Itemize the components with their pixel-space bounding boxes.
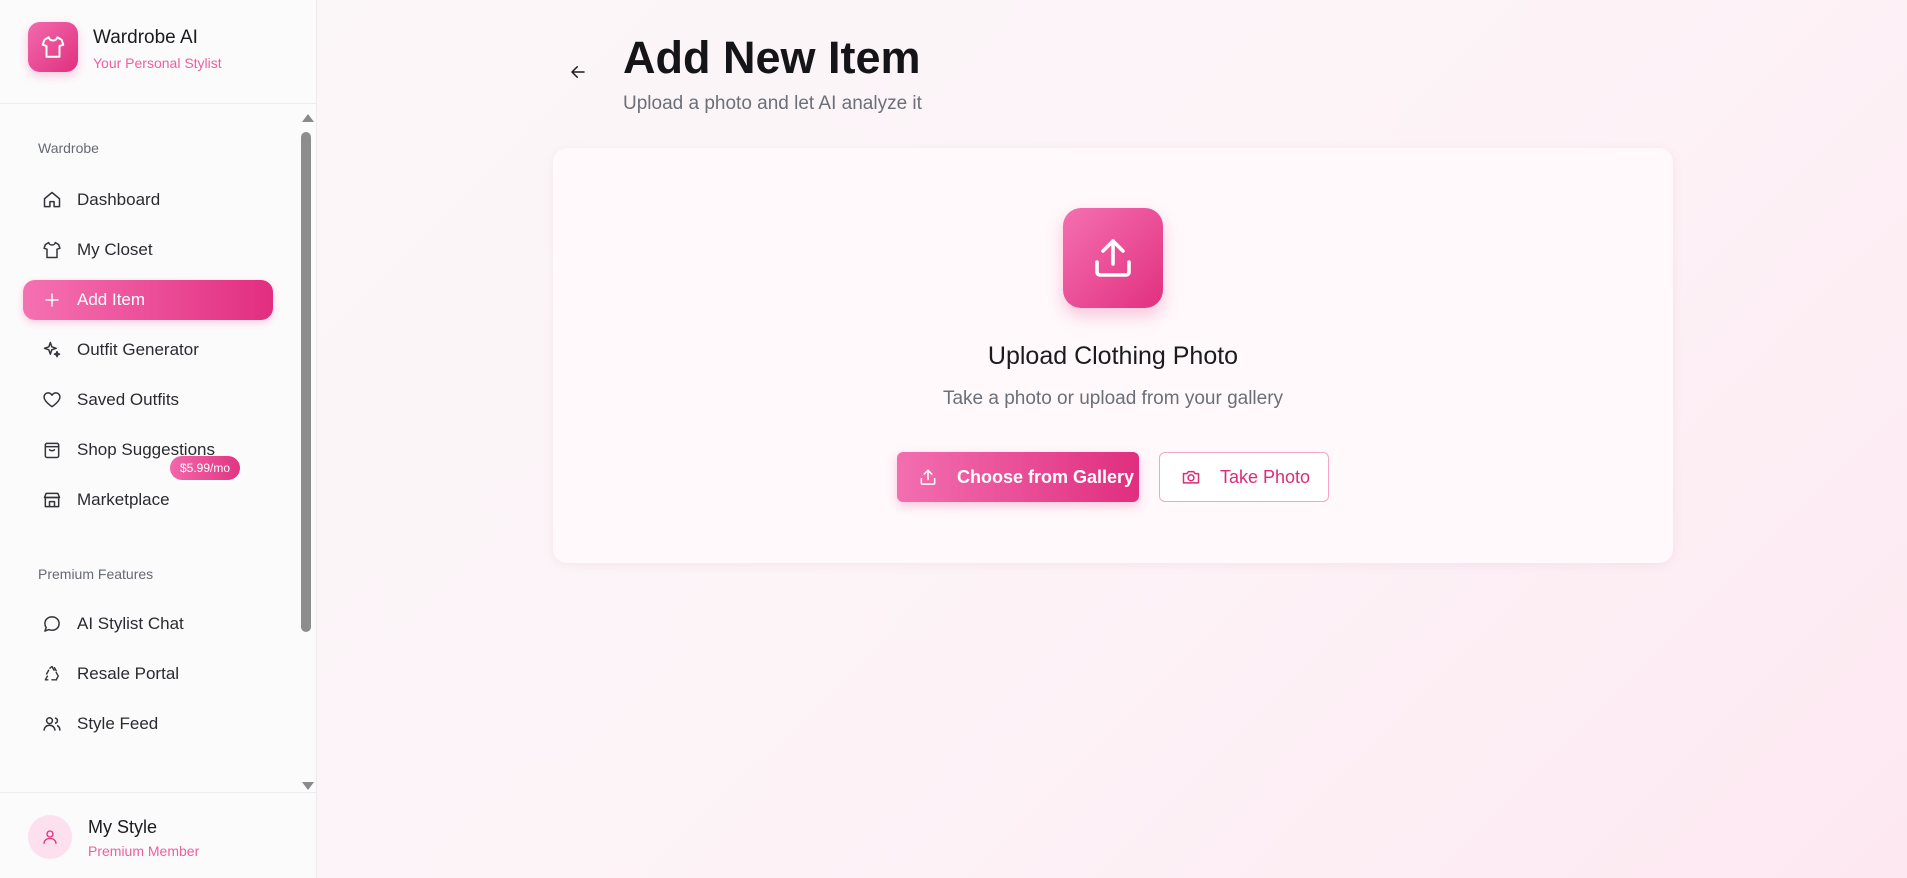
sidebar-item-label: Outfit Generator (77, 340, 199, 359)
recycle-icon (41, 663, 63, 685)
sidebar-item-saved-outfits[interactable]: Saved Outfits (23, 380, 273, 420)
scroll-up-arrow-icon[interactable] (302, 114, 314, 122)
scroll-thumb[interactable] (301, 132, 311, 632)
sparkles-icon (41, 339, 63, 361)
scroll-down-arrow-icon[interactable] (302, 782, 314, 790)
choose-from-gallery-label: Choose from Gallery (957, 466, 1135, 487)
sidebar-nav: Wardrobe Dashboard My Closet Add Item Ou… (0, 106, 298, 790)
upload-icon (1063, 208, 1163, 308)
take-photo-button[interactable]: Take Photo (1159, 452, 1329, 502)
profile-role: Premium Member (88, 843, 200, 859)
sidebar-item-label: AI Stylist Chat (77, 614, 184, 633)
sidebar-item-label: Resale Portal (77, 664, 180, 683)
sidebar-item-marketplace[interactable]: Marketplace (23, 480, 273, 520)
section-label-premium: Premium Features (38, 566, 154, 582)
sidebar-item-resale-portal[interactable]: Resale Portal (23, 654, 273, 694)
premium-price-badge: $5.99/mo (170, 456, 241, 480)
profile-name: My Style (88, 817, 158, 837)
store-icon (41, 489, 63, 511)
back-button[interactable] (566, 62, 590, 86)
shirt-icon (28, 22, 78, 72)
sidebar-item-ai-stylist-chat[interactable]: AI Stylist Chat (23, 604, 273, 644)
sidebar-item-label: Dashboard (77, 190, 161, 209)
brand-title: Wardrobe AI (93, 27, 198, 48)
sidebar-scrollbar[interactable] (298, 110, 316, 790)
upload-card: Upload Clothing Photo Take a photo or up… (553, 148, 1673, 563)
sidebar-item-label: Add Item (77, 290, 146, 309)
sidebar-item-label: Style Feed (77, 714, 159, 733)
upload-title: Upload Clothing Photo (987, 342, 1239, 370)
section-label-wardrobe: Wardrobe (38, 140, 99, 156)
upload-icon (917, 466, 939, 488)
shopping-bag-icon (41, 439, 63, 461)
upload-subtitle: Take a photo or upload from your gallery (942, 388, 1284, 409)
camera-icon (1180, 466, 1202, 488)
home-icon (41, 189, 63, 211)
brand-subtitle: Your Personal Stylist (93, 55, 222, 71)
sidebar-item-dashboard[interactable]: Dashboard (23, 180, 273, 220)
sidebar-item-my-closet[interactable]: My Closet (23, 230, 273, 270)
plus-icon (41, 289, 63, 311)
sidebar-item-add-item[interactable]: Add Item (23, 280, 273, 320)
users-icon (41, 713, 63, 735)
heart-icon (41, 389, 63, 411)
sidebar: Wardrobe AI Your Personal Stylist Wardro… (0, 0, 317, 878)
sidebar-item-label: My Closet (77, 240, 153, 259)
sidebar-item-outfit-generator[interactable]: Outfit Generator (23, 330, 273, 370)
take-photo-label: Take Photo (1220, 466, 1311, 487)
choose-from-gallery-button[interactable]: Choose from Gallery (897, 452, 1139, 502)
page-subtitle: Upload a photo and let AI analyze it (623, 93, 922, 114)
sidebar-item-style-feed[interactable]: Style Feed (23, 704, 273, 744)
shirt-icon (41, 239, 63, 261)
profile-card[interactable]: My Style Premium Member (0, 792, 316, 878)
page-title: Add New Item (623, 32, 921, 83)
sidebar-item-label: Saved Outfits (77, 390, 180, 409)
user-icon (28, 815, 72, 859)
chat-bubble-icon (41, 613, 63, 635)
sidebar-item-label: Marketplace (77, 490, 170, 509)
arrow-left-icon (569, 63, 587, 86)
brand-header: Wardrobe AI Your Personal Stylist (0, 0, 316, 104)
